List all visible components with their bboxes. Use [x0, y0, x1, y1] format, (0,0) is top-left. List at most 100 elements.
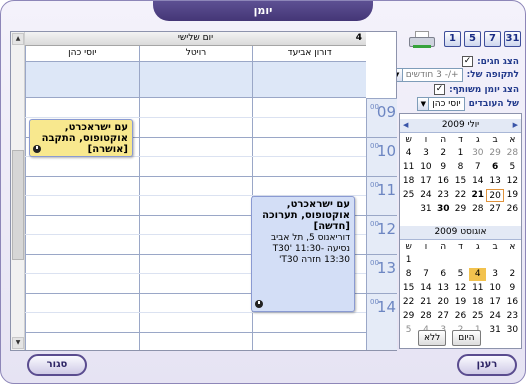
- view-5-day-button[interactable]: 5: [464, 31, 481, 47]
- appointment[interactable]: עם ישראכרט, אוקטופוס, תערוכה [חדשה] דורי…: [251, 196, 355, 312]
- calendar-day[interactable]: 20: [435, 296, 452, 309]
- refresh-button[interactable]: רענן: [457, 354, 517, 376]
- period-select[interactable]: ▼ +/- 3 חודשים: [390, 68, 463, 82]
- calendar-day[interactable]: 24: [486, 310, 503, 323]
- appointment-title: עם ישראכרט, אוקטופוס, תערוכה [חדשה]: [262, 199, 350, 232]
- calendar-day[interactable]: 15: [400, 282, 417, 295]
- show-holidays-checkbox[interactable]: ✓: [462, 56, 474, 67]
- calendar-day[interactable]: 4: [400, 147, 417, 160]
- weekday-label: ש: [405, 135, 412, 145]
- calendar-day[interactable]: 28: [417, 310, 434, 323]
- calendar-day[interactable]: 25: [400, 189, 417, 202]
- printer-icon[interactable]: [409, 31, 435, 49]
- calendar-day[interactable]: 31: [417, 203, 434, 216]
- view-1-day-button[interactable]: 1: [444, 31, 461, 47]
- calendar-day[interactable]: 11: [400, 161, 417, 174]
- calendar-day[interactable]: 22: [452, 189, 469, 202]
- calendar-day[interactable]: 28: [504, 147, 521, 160]
- employee-select[interactable]: ▼ יוסי כהן: [417, 97, 465, 111]
- minute-label: 00: [370, 298, 379, 306]
- calendar-day[interactable]: 11: [469, 282, 486, 295]
- calendar-day[interactable]: 21: [417, 296, 434, 309]
- calendar-day[interactable]: 30: [469, 147, 486, 160]
- hour-label: 12: [376, 220, 396, 238]
- calendar-day[interactable]: 30: [435, 203, 452, 216]
- calendar-day[interactable]: 8: [400, 268, 417, 281]
- calendar-day[interactable]: 29: [452, 203, 469, 216]
- scroll-thumb[interactable]: [12, 150, 24, 260]
- calendar-day[interactable]: 17: [417, 175, 434, 188]
- scroll-down-icon[interactable]: ▼: [12, 337, 24, 349]
- calendar-day[interactable]: 2: [504, 268, 521, 281]
- calendar-day[interactable]: 30: [504, 324, 521, 337]
- close-button[interactable]: סגור: [27, 354, 87, 376]
- calendar-day[interactable]: 5: [452, 268, 469, 281]
- calendar-day[interactable]: 26: [452, 310, 469, 323]
- calendar-day[interactable]: 3: [417, 147, 434, 160]
- calendar-day[interactable]: 1: [452, 147, 469, 160]
- time-slot: 14 00: [367, 293, 397, 332]
- calendar-day[interactable]: 4: [469, 268, 487, 281]
- appointment-title: עם ישראכרט, אוקטופוס, התקבה [אושרה]: [41, 122, 128, 155]
- calendar-day[interactable]: 28: [469, 203, 486, 216]
- calendar-day[interactable]: 9: [504, 282, 521, 295]
- time-grid[interactable]: עם ישראכרט, אוקטופוס, התקבה [אושרה] עם י…: [25, 98, 366, 350]
- calendar-day[interactable]: 27: [435, 310, 452, 323]
- calendar-day[interactable]: 10: [417, 161, 434, 174]
- none-button[interactable]: ללא: [418, 330, 447, 346]
- day-header: יום שלישי 4: [25, 32, 366, 46]
- calendar-day[interactable]: 18: [400, 175, 417, 188]
- calendar-day[interactable]: 24: [417, 189, 434, 202]
- calendar-day[interactable]: 20: [486, 189, 504, 202]
- calendar-day[interactable]: 14: [417, 282, 434, 295]
- calendar-day[interactable]: 16: [435, 175, 452, 188]
- calendar-day[interactable]: 21: [469, 189, 486, 202]
- calendar-day[interactable]: 26: [504, 203, 521, 216]
- calendar-day[interactable]: 18: [469, 296, 486, 309]
- calendar-day[interactable]: 1: [400, 254, 417, 267]
- calendar-day[interactable]: 16: [504, 296, 521, 309]
- calendar-day[interactable]: 10: [486, 282, 503, 295]
- calendar-day[interactable]: 7: [469, 161, 486, 174]
- calendar-day[interactable]: 3: [486, 268, 503, 281]
- view-7-day-button[interactable]: 7: [484, 31, 501, 47]
- calendar-day[interactable]: 25: [469, 310, 486, 323]
- vertical-scrollbar[interactable]: ▲ ▼: [11, 32, 25, 350]
- calendar-day[interactable]: 5: [504, 161, 521, 174]
- minute-label: 00: [370, 259, 379, 267]
- view-month-button[interactable]: 31: [504, 31, 521, 47]
- appointment[interactable]: עם ישראכרט, אוקטופוס, התקבה [אושרה]: [29, 119, 133, 157]
- calendar-day[interactable]: 9: [435, 161, 452, 174]
- calendar-day[interactable]: 6: [435, 268, 452, 281]
- all-day-row[interactable]: [24, 62, 366, 98]
- calendar-day[interactable]: 14: [469, 175, 486, 188]
- calendar-day[interactable]: 5: [400, 324, 417, 337]
- calendar-day[interactable]: 23: [435, 189, 452, 202]
- weekday-label: ד: [458, 242, 463, 252]
- calendar-day[interactable]: 2: [435, 147, 452, 160]
- calendar-day[interactable]: 22: [400, 296, 417, 309]
- calendar-day[interactable]: 12: [452, 282, 469, 295]
- calendar-day[interactable]: 19: [452, 296, 469, 309]
- calendar-day[interactable]: 27: [486, 203, 503, 216]
- calendar-day[interactable]: 8: [452, 161, 469, 174]
- calendar-day[interactable]: 13: [435, 282, 452, 295]
- weekday-label: ה: [440, 242, 447, 252]
- next-month-icon[interactable]: ▶: [513, 119, 518, 132]
- calendar-day[interactable]: 29: [400, 310, 417, 323]
- calendar-day[interactable]: 7: [417, 268, 434, 281]
- today-button[interactable]: היום: [452, 330, 481, 346]
- calendar-buttons: ללא היום: [418, 330, 481, 346]
- calendar-day[interactable]: 17: [486, 296, 503, 309]
- calendar-day[interactable]: 19: [504, 189, 521, 202]
- calendar-day[interactable]: 31: [486, 324, 503, 337]
- show-shared-checkbox[interactable]: ✓: [434, 84, 446, 95]
- prev-month-icon[interactable]: ◀: [403, 119, 408, 132]
- calendar-day[interactable]: 13: [486, 175, 503, 188]
- calendar-day[interactable]: 29: [486, 147, 503, 160]
- calendar-day[interactable]: 23: [504, 310, 521, 323]
- scroll-up-icon[interactable]: ▲: [12, 33, 24, 45]
- calendar-day[interactable]: 6: [486, 161, 503, 174]
- calendar-day[interactable]: 12: [504, 175, 521, 188]
- calendar-day[interactable]: 15: [452, 175, 469, 188]
